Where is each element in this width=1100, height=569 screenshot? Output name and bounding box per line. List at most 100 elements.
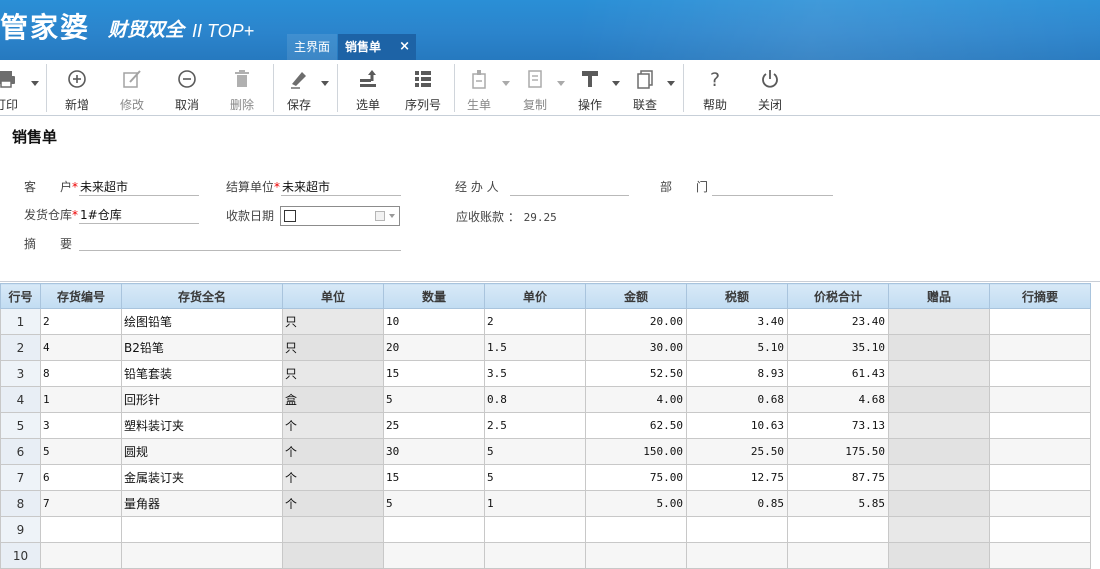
serial-number-button[interactable]: 序列号 xyxy=(395,68,451,114)
settle-unit-field[interactable]: 未来超市 xyxy=(281,178,401,196)
help-button[interactable]: ? 帮助 xyxy=(687,68,743,114)
tax-cell[interactable]: 0.85 xyxy=(686,490,788,517)
table-row[interactable]: 4 1 回形针盒 5 0.8 4.00 0.68 4.68 xyxy=(0,386,1091,413)
code-cell[interactable]: 7 xyxy=(40,490,122,517)
table-row[interactable]: 8 7 量角器个 5 1 5.00 0.85 5.85 xyxy=(0,490,1091,517)
row-memo-cell[interactable] xyxy=(989,334,1091,361)
gift-cell[interactable] xyxy=(888,360,990,387)
price-cell[interactable]: 0.8 xyxy=(484,386,586,413)
date-checkbox[interactable] xyxy=(284,210,296,222)
name-cell[interactable]: 铅笔套装 xyxy=(121,360,283,387)
cancel-button[interactable]: 取消 xyxy=(159,68,215,114)
gift-cell[interactable] xyxy=(888,490,990,517)
col-header-price[interactable]: 单价 xyxy=(484,283,586,309)
code-cell[interactable]: 1 xyxy=(40,386,122,413)
row-memo-cell[interactable] xyxy=(989,516,1091,543)
table-row[interactable]: 7 6 金属装订夹个 15 5 75.00 12.75 87.75 xyxy=(0,464,1091,491)
unit-cell[interactable]: 只 xyxy=(282,308,384,335)
unit-cell[interactable] xyxy=(282,516,384,543)
query-button[interactable]: 联查 xyxy=(617,68,673,114)
total-cell[interactable] xyxy=(787,516,889,543)
total-cell[interactable]: 4.68 xyxy=(787,386,889,413)
name-cell[interactable]: 圆规 xyxy=(121,438,283,465)
name-cell[interactable]: 塑料装订夹 xyxy=(121,412,283,439)
tax-cell[interactable]: 0.68 xyxy=(686,386,788,413)
col-header-amount[interactable]: 金额 xyxy=(585,283,687,309)
col-header-qty[interactable]: 数量 xyxy=(383,283,485,309)
col-header-memo[interactable]: 行摘要 xyxy=(989,283,1091,309)
tax-cell[interactable]: 10.63 xyxy=(686,412,788,439)
print-button[interactable]: 打印 xyxy=(0,68,34,114)
gift-cell[interactable] xyxy=(888,412,990,439)
tax-cell[interactable]: 3.40 xyxy=(686,308,788,335)
table-row[interactable]: 2 4 B2铅笔只 20 1.5 30.00 5.10 35.10 xyxy=(0,334,1091,361)
query-dropdown-icon[interactable] xyxy=(667,81,675,86)
edit-button[interactable]: 修改 xyxy=(104,68,160,114)
row-memo-cell[interactable] xyxy=(989,360,1091,387)
row-memo-cell[interactable] xyxy=(989,412,1091,439)
name-cell[interactable]: 量角器 xyxy=(121,490,283,517)
tax-cell[interactable] xyxy=(686,516,788,543)
qty-cell[interactable]: 5 xyxy=(383,386,485,413)
price-cell[interactable]: 1 xyxy=(484,490,586,517)
operate-button[interactable]: 操作 xyxy=(562,68,618,114)
row-memo-cell[interactable] xyxy=(989,464,1091,491)
tax-cell[interactable]: 12.75 xyxy=(686,464,788,491)
price-cell[interactable]: 2.5 xyxy=(484,412,586,439)
unit-cell[interactable]: 个 xyxy=(282,464,384,491)
col-header-unit[interactable]: 单位 xyxy=(282,283,384,309)
total-cell[interactable]: 175.50 xyxy=(787,438,889,465)
price-cell[interactable]: 3.5 xyxy=(484,360,586,387)
row-memo-cell[interactable] xyxy=(989,308,1091,335)
price-cell[interactable]: 2 xyxy=(484,308,586,335)
qty-cell[interactable]: 15 xyxy=(383,360,485,387)
total-cell[interactable]: 73.13 xyxy=(787,412,889,439)
new-button[interactable]: 新增 xyxy=(49,68,105,114)
price-cell[interactable]: 5 xyxy=(484,438,586,465)
qty-cell[interactable]: 25 xyxy=(383,412,485,439)
table-row[interactable]: 5 3 塑料装订夹个 25 2.5 62.50 10.63 73.13 xyxy=(0,412,1091,439)
table-row[interactable]: 6 5 圆规个 30 5 150.00 25.50 175.50 xyxy=(0,438,1091,465)
qty-cell[interactable]: 15 xyxy=(383,464,485,491)
gift-cell[interactable] xyxy=(888,438,990,465)
collect-date-picker[interactable] xyxy=(280,206,400,226)
close-tab-icon[interactable]: × xyxy=(399,34,410,60)
tab-sales-order[interactable]: 销售单 × xyxy=(338,34,416,60)
amount-cell[interactable]: 20.00 xyxy=(585,308,687,335)
name-cell[interactable]: 金属装订夹 xyxy=(121,464,283,491)
unit-cell[interactable]: 个 xyxy=(282,412,384,439)
memo-field[interactable] xyxy=(79,233,401,251)
amount-cell[interactable] xyxy=(585,516,687,543)
save-button[interactable]: 保存 xyxy=(271,68,327,114)
unit-cell[interactable]: 个 xyxy=(282,438,384,465)
save-dropdown-icon[interactable] xyxy=(321,81,329,86)
col-header-total[interactable]: 价税合计 xyxy=(787,283,889,309)
amount-cell[interactable]: 5.00 xyxy=(585,490,687,517)
name-cell[interactable]: 绘图铅笔 xyxy=(121,308,283,335)
row-memo-cell[interactable] xyxy=(989,490,1091,517)
name-cell[interactable] xyxy=(121,516,283,543)
gift-cell[interactable] xyxy=(888,334,990,361)
amount-cell[interactable]: 75.00 xyxy=(585,464,687,491)
amount-cell[interactable]: 4.00 xyxy=(585,386,687,413)
unit-cell[interactable]: 只 xyxy=(282,360,384,387)
unit-cell[interactable]: 只 xyxy=(282,334,384,361)
delete-button[interactable]: 删除 xyxy=(214,68,270,114)
unit-cell[interactable]: 个 xyxy=(282,490,384,517)
qty-cell[interactable]: 30 xyxy=(383,438,485,465)
price-cell[interactable]: 1.5 xyxy=(484,334,586,361)
copy-button[interactable]: 复制 xyxy=(507,68,563,114)
code-cell[interactable]: 5 xyxy=(40,438,122,465)
table-row[interactable]: 1 2 绘图铅笔只 10 2 20.00 3.40 23.40 xyxy=(0,308,1091,335)
tax-cell[interactable]: 8.93 xyxy=(686,360,788,387)
amount-cell[interactable]: 30.00 xyxy=(585,334,687,361)
unit-cell[interactable]: 盒 xyxy=(282,386,384,413)
department-field[interactable] xyxy=(712,178,833,196)
print-dropdown-icon[interactable] xyxy=(31,81,39,86)
col-header-name[interactable]: 存货全名 xyxy=(121,283,283,309)
col-header-gift[interactable]: 赠品 xyxy=(888,283,990,309)
code-cell[interactable] xyxy=(40,516,122,543)
qty-cell[interactable] xyxy=(383,516,485,543)
close-button[interactable]: 关闭 xyxy=(742,68,798,114)
amount-cell[interactable]: 150.00 xyxy=(585,438,687,465)
